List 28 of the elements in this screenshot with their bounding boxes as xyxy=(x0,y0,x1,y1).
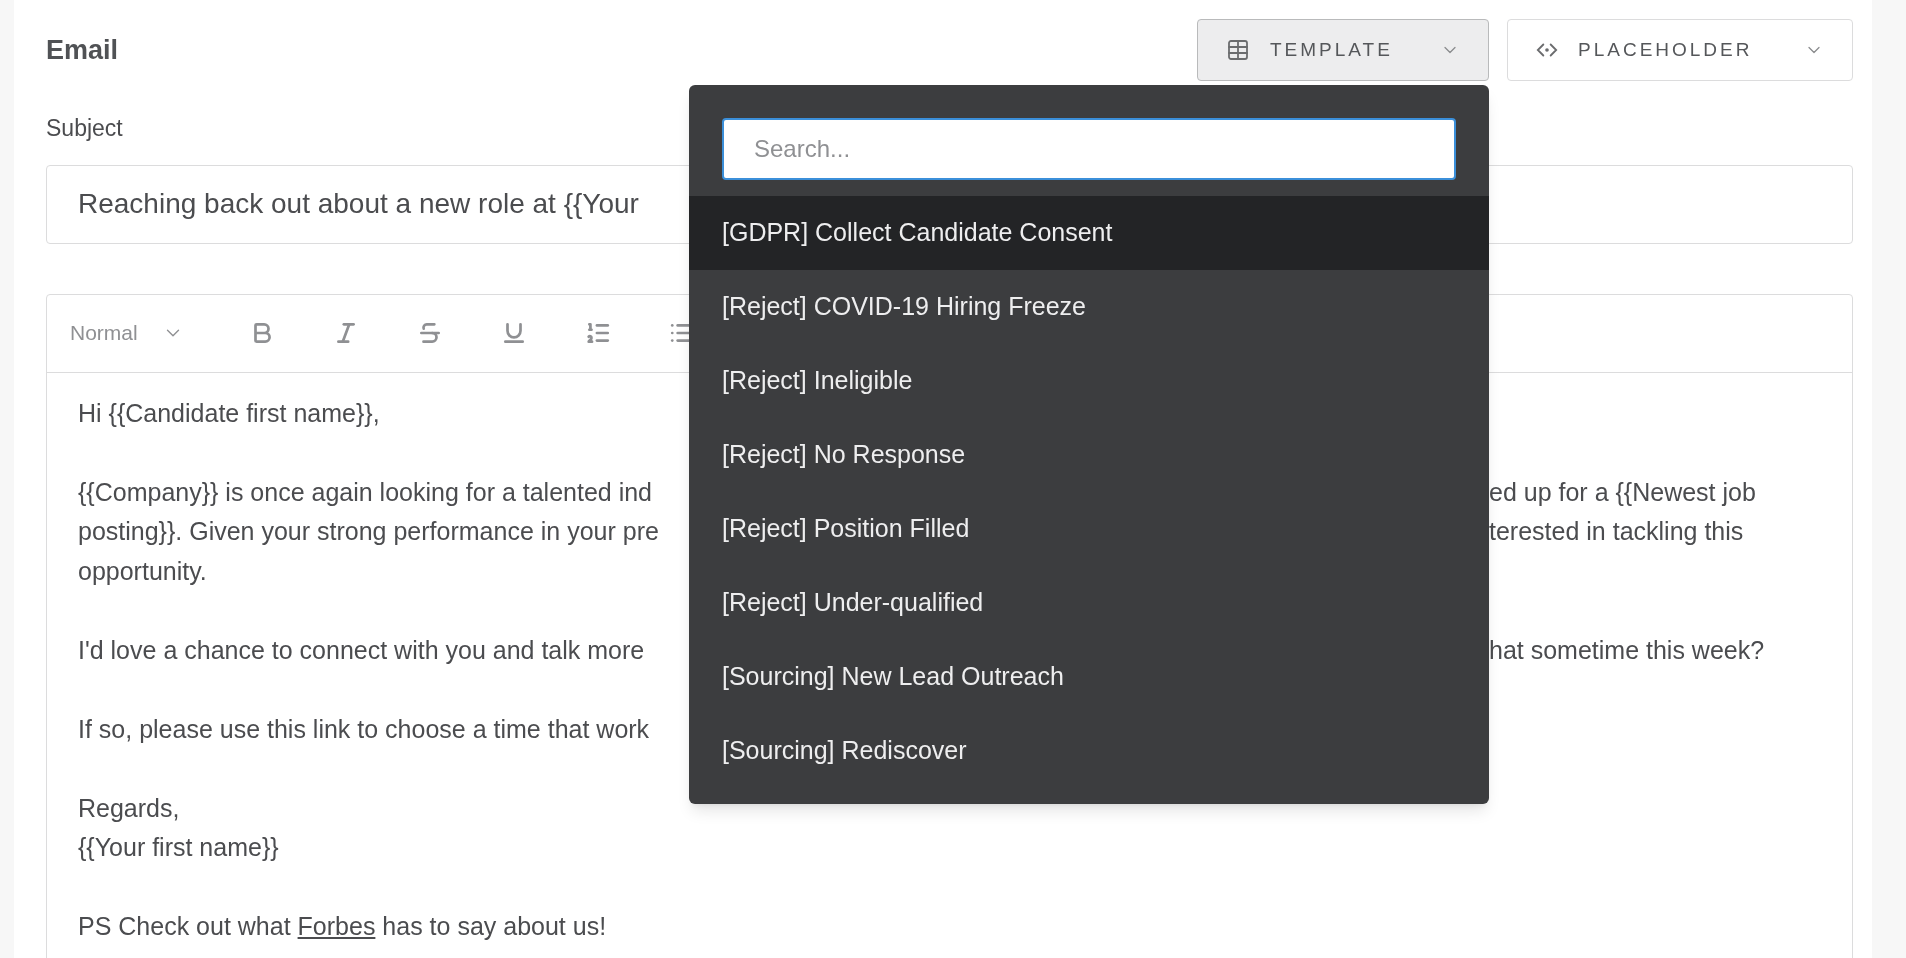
placeholder-button[interactable]: PLACEHOLDER xyxy=(1507,19,1853,81)
body-text-line: I'd love a chance to connect with you and talk more xyxy=(78,634,645,666)
subject-label: Subject xyxy=(46,114,124,143)
template-menu-item[interactable]: [Reject] Under-qualified xyxy=(689,566,1489,640)
forbes-link[interactable]: Forbes xyxy=(297,912,376,940)
body-text-line: Hi {{Candidate first name}}, xyxy=(78,397,380,429)
template-menu-item[interactable]: [Reject] No Response xyxy=(689,418,1489,492)
template-menu-item[interactable]: [GDPR] Collect Candidate Consent xyxy=(689,196,1489,270)
body-text-line: Regards, xyxy=(78,792,180,824)
template-menu-item[interactable]: [Reject] Ineligible xyxy=(689,344,1489,418)
template-menu-item[interactable]: [Sourcing] New Lead Outreach xyxy=(689,640,1489,714)
body-text-line: terested in tackling this xyxy=(1489,516,1744,547)
body-text-line: hat sometime this week? xyxy=(1489,634,1765,666)
body-text-line: If so, please use this link to choose a time that work xyxy=(78,713,650,745)
template-menu-item[interactable]: [Reject] COVID-19 Hiring Freeze xyxy=(689,270,1489,344)
body-text-line: {{Your first name}} xyxy=(78,832,279,863)
body-text-line: posting}}. Given your strong performance in your pre xyxy=(78,516,659,547)
numbered-list-icon xyxy=(584,320,611,346)
table-icon xyxy=(1226,38,1250,62)
body-text-line: {{Company}} is once again looking for a talented ind xyxy=(78,476,653,508)
template-button[interactable]: TEMPLATE xyxy=(1197,19,1489,81)
search-field[interactable]: Search... xyxy=(722,118,1456,180)
body-text-line: PS Check out what Forbes has to say about us! xyxy=(78,912,607,940)
template-menu-item[interactable]: [Sourcing] Rediscover xyxy=(689,714,1489,788)
template-menu-item[interactable]: [Reject] Position Filled xyxy=(689,492,1489,566)
body-text-line: opportunity. xyxy=(78,555,207,587)
section-title: Email xyxy=(46,33,119,67)
body-text-line: ed up for a {{Newest job xyxy=(1489,476,1756,508)
